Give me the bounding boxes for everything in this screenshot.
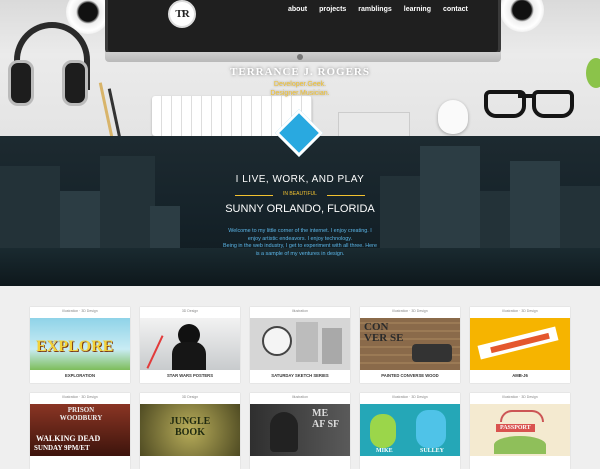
project-title: STAR WARS POSTERS bbox=[167, 373, 213, 378]
nav-learning[interactable]: learning bbox=[404, 6, 431, 13]
speaker-right bbox=[500, 0, 544, 32]
project-thumbnail: CON VER SE bbox=[360, 318, 460, 370]
project-title: PAINTED CONVERSE WOOD bbox=[381, 373, 439, 378]
project-card[interactable]: Illustration · 3D Design AMB-J6 bbox=[470, 307, 570, 383]
project-card[interactable]: Illustration SATURDAY SKETCH SERIES bbox=[250, 307, 350, 383]
hero-name: TERRANCE J. ROGERS bbox=[230, 66, 370, 78]
project-category: Illustration · 3D Design bbox=[502, 309, 538, 313]
about-headline: I LIVE, WORK, AND PLAY bbox=[235, 174, 365, 185]
project-category: Illustration · 3D Design bbox=[62, 309, 98, 313]
intro-line: Welcome to my little corner of the inter… bbox=[228, 228, 372, 234]
mouse-image bbox=[438, 100, 468, 134]
project-thumbnail: PRISON WOODBURY WALKING DEAD SUNDAY 9PM/… bbox=[30, 404, 130, 456]
hero-tagline-2: Designer.Musician. bbox=[270, 90, 330, 97]
project-thumbnail bbox=[470, 318, 570, 370]
project-category: Illustration bbox=[292, 395, 308, 399]
project-title: SATURDAY SKETCH SERIES bbox=[271, 373, 329, 378]
project-category: Illustration · 3D Design bbox=[62, 395, 98, 399]
hero-tagline-1: Developer.Geek. bbox=[273, 81, 327, 88]
nav-projects[interactable]: projects bbox=[319, 6, 346, 13]
project-card[interactable]: 3D Design STAR WARS POSTERS bbox=[140, 307, 240, 383]
site-logo[interactable]: TR bbox=[168, 0, 196, 28]
nav-ramblings[interactable]: ramblings bbox=[358, 6, 391, 13]
project-category: Illustration · 3D Design bbox=[392, 395, 428, 399]
about-location: SUNNY ORLANDO, FLORIDA bbox=[225, 203, 375, 215]
project-category: Illustration bbox=[292, 309, 308, 313]
project-thumbnail bbox=[140, 318, 240, 370]
main-nav: about projects ramblings learning contac… bbox=[288, 6, 468, 13]
project-thumbnail: PASSPORT bbox=[470, 404, 570, 456]
project-category: Illustration · 3D Design bbox=[502, 395, 538, 399]
project-card[interactable]: Illustration · 3D Design EXPLORE EXPLORA… bbox=[30, 307, 130, 383]
apple-logo-icon bbox=[297, 54, 303, 60]
project-category: Illustration · 3D Design bbox=[392, 309, 428, 313]
project-card[interactable]: Illustration · 3D Design PRISON WOODBURY… bbox=[30, 393, 130, 469]
project-thumbnail: JUNGLE BOOK bbox=[140, 404, 240, 456]
notebook-image bbox=[338, 112, 410, 136]
monitor-chin bbox=[105, 52, 501, 62]
project-card[interactable]: Illustration · 3D Design PASSPORT bbox=[470, 393, 570, 469]
project-card[interactable]: Illustration · 3D Design MIKE SULLEY bbox=[360, 393, 460, 469]
nav-about[interactable]: about bbox=[288, 6, 307, 13]
project-title: AMB-J6 bbox=[512, 373, 528, 378]
project-card[interactable]: 3D Design JUNGLE BOOK bbox=[140, 393, 240, 469]
project-title: EXPLORATION bbox=[65, 373, 95, 378]
about-intro: Welcome to my little corner of the inter… bbox=[200, 228, 400, 258]
project-thumbnail: EXPLORE bbox=[30, 318, 130, 370]
intro-line: enjoy artistic endeavors. I enjoy techno… bbox=[247, 235, 353, 242]
nav-contact[interactable]: contact bbox=[443, 6, 468, 13]
project-thumbnail bbox=[250, 318, 350, 370]
intro-line: Being in the web industry, I get to expe… bbox=[223, 243, 377, 249]
in-beautiful-row: IN BEAUTIFUL bbox=[235, 191, 365, 199]
in-beautiful-label: IN BEAUTIFUL bbox=[283, 191, 317, 197]
project-card[interactable]: Illustration ME AF SF bbox=[250, 393, 350, 469]
project-thumbnail: ME AF SF bbox=[250, 404, 350, 456]
project-category: 3D Design bbox=[181, 309, 199, 313]
project-thumbnail: MIKE SULLEY bbox=[360, 404, 460, 456]
intro-line: is a sample of my ventures in design. bbox=[255, 250, 345, 257]
project-category: 3D Design bbox=[181, 395, 199, 399]
project-card[interactable]: Illustration · 3D Design CON VER SE PAIN… bbox=[360, 307, 460, 383]
